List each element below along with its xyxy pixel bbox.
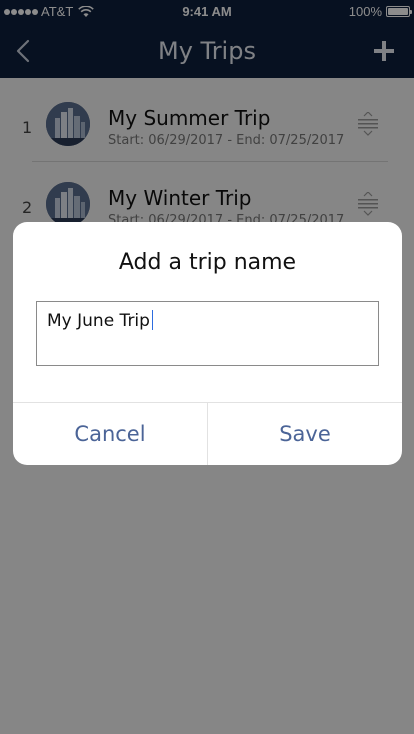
dialog-actions: Cancel Save — [13, 402, 402, 465]
dialog-title: Add a trip name — [118, 250, 297, 275]
trip-name-input[interactable]: My June Trip — [36, 301, 379, 366]
add-trip-name-dialog: Add a trip name My June Trip Cancel Save — [13, 222, 402, 465]
save-button[interactable]: Save — [207, 403, 402, 465]
my-trips-screen: AT&T 9:41 AM 100% My Trips 1 My Summer T… — [0, 0, 414, 734]
text-cursor — [151, 310, 153, 330]
trip-name-input-value: My June Trip — [47, 311, 150, 331]
cancel-button[interactable]: Cancel — [13, 403, 207, 465]
